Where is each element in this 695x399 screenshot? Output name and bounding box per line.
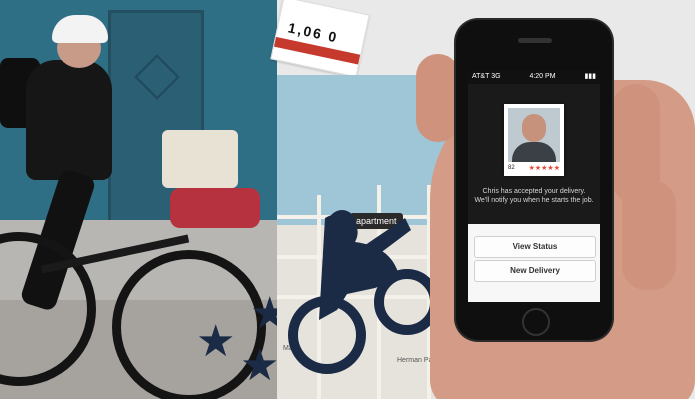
rider-torso [26,60,112,180]
view-status-button[interactable]: View Status [474,236,596,258]
accepted-message: Chris has accepted your delivery. We'll … [474,187,594,205]
battery-icon: ▮▮▮ [584,73,596,80]
star-icon: ★ [196,317,236,366]
bike-messenger-photo: ★ ★ ★ [0,0,277,399]
accepted-message-line1: Chris has accepted your delivery. [482,188,586,195]
courier-photo: 82 ★★★★★ [504,104,564,176]
red-delivery-bag [170,188,260,228]
finger [622,180,676,290]
star-icon: ★ [240,341,277,390]
accepted-message-line2: We'll notify you when he starts the job. [474,197,594,204]
star-icon: ★ [250,289,277,338]
phone-screen: AT&T 3G 4:20 PM ▮▮▮ 82 ★★★★★ Chris has a… [468,70,600,302]
courier-card: 82 ★★★★★ Chris has accepted your deliver… [468,84,600,224]
courier-face [508,108,560,162]
smartphone: AT&T 3G 4:20 PM ▮▮▮ 82 ★★★★★ Chris has a… [456,20,612,340]
carrier-label: AT&T 3G [472,73,501,80]
phone-speaker [518,38,552,43]
new-delivery-button[interactable]: New Delivery [474,260,596,282]
clock: 4:20 PM [529,73,556,80]
courier-rating: 82 ★★★★★ [508,164,560,172]
receipt-ticket: 1,06 0 [270,0,370,78]
thumb [416,54,460,142]
status-bar: AT&T 3G 4:20 PM ▮▮▮ [468,70,600,84]
composite-image: ★ ★ ★ 1,06 0 Ma… Herman Park apartment A… [0,0,695,399]
bike-helmet [52,15,108,43]
home-button[interactable] [522,308,550,336]
rating-number: 82 [508,165,515,171]
paper-bag [162,130,238,188]
rating-stars-icon: ★★★★★ [528,165,560,172]
door-diamond-ornament [134,54,180,100]
